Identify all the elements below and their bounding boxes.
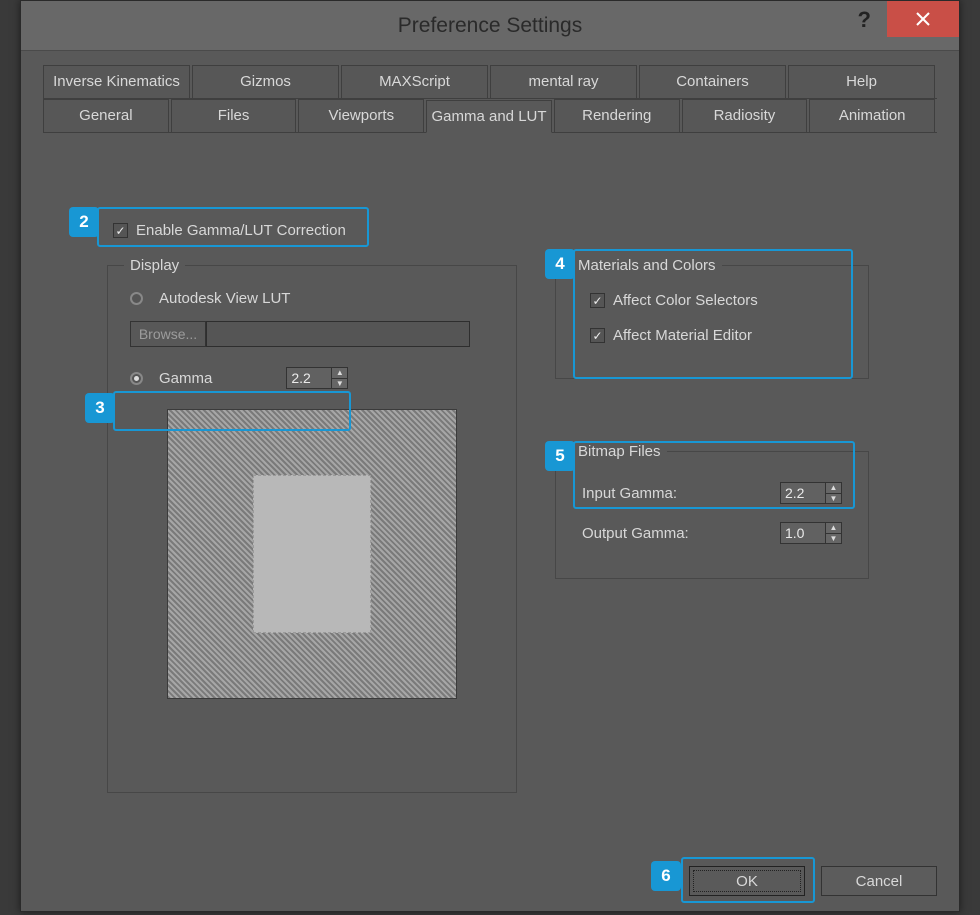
viewlut-radio[interactable] — [130, 292, 143, 305]
tab-gizmos[interactable]: Gizmos — [192, 65, 339, 98]
gamma-spinner[interactable]: ▲ ▼ — [286, 367, 348, 389]
tab-maxscript[interactable]: MAXScript — [341, 65, 488, 98]
close-icon — [916, 12, 930, 26]
enable-gamma-row: Enable Gamma/LUT Correction — [113, 222, 346, 239]
input-gamma-spinner[interactable]: ▲ ▼ — [780, 482, 842, 504]
output-gamma-spinner[interactable]: ▲ ▼ — [780, 522, 842, 544]
tab-help[interactable]: Help — [788, 65, 935, 98]
tab-general[interactable]: General — [43, 99, 169, 132]
gamma-row: Gamma ▲ ▼ — [130, 367, 500, 389]
gamma-radio[interactable] — [130, 372, 143, 385]
tab-animation[interactable]: Animation — [809, 99, 935, 132]
annotation-marker-3: 3 — [85, 393, 115, 423]
affect-material-checkbox[interactable] — [590, 328, 605, 343]
input-gamma-spin-down[interactable]: ▼ — [826, 494, 841, 504]
affect-selectors-label: Affect Color Selectors — [613, 292, 758, 309]
output-gamma-spin-up[interactable]: ▲ — [826, 523, 841, 534]
display-legend: Display — [124, 257, 185, 274]
affect-selectors-row: Affect Color Selectors — [590, 292, 852, 309]
tab-viewports[interactable]: Viewports — [298, 99, 424, 132]
browse-field[interactable] — [206, 321, 470, 347]
materials-legend: Materials and Colors — [572, 257, 722, 274]
annotation-marker-5: 5 — [545, 441, 575, 471]
input-gamma-spin-up[interactable]: ▲ — [826, 483, 841, 494]
gamma-input[interactable] — [287, 368, 331, 388]
display-group: Display Autodesk View LUT Browse... Gamm… — [107, 257, 517, 793]
output-gamma-spin-down[interactable]: ▼ — [826, 534, 841, 544]
gamma-label: Gamma — [159, 370, 212, 387]
preferences-window: Preference Settings ? Inverse Kinematics… — [20, 0, 960, 912]
tab-mental-ray[interactable]: mental ray — [490, 65, 637, 98]
bitmap-group: Bitmap Files Input Gamma: ▲ ▼ Output Gam… — [555, 443, 869, 579]
close-button[interactable] — [887, 1, 959, 37]
tab-rendering[interactable]: Rendering — [554, 99, 680, 132]
input-gamma-row: Input Gamma: ▲ ▼ — [582, 482, 842, 504]
gamma-preview-inner — [253, 475, 371, 633]
materials-group: Materials and Colors Affect Color Select… — [555, 257, 869, 379]
viewlut-row: Autodesk View LUT — [130, 290, 500, 307]
output-gamma-input[interactable] — [781, 523, 825, 543]
input-gamma-input[interactable] — [781, 483, 825, 503]
window-title: Preference Settings — [398, 14, 582, 38]
help-icon[interactable]: ? — [858, 7, 871, 33]
tab-files[interactable]: Files — [171, 99, 297, 132]
gamma-preview — [167, 409, 457, 699]
browse-button[interactable]: Browse... — [130, 321, 206, 347]
gamma-spin-down[interactable]: ▼ — [332, 379, 347, 389]
annotation-marker-4: 4 — [545, 249, 575, 279]
enable-gamma-checkbox[interactable] — [113, 223, 128, 238]
affect-selectors-checkbox[interactable] — [590, 293, 605, 308]
gamma-spin-up[interactable]: ▲ — [332, 368, 347, 379]
annotation-marker-6: 6 — [651, 861, 681, 891]
output-gamma-label: Output Gamma: — [582, 525, 689, 542]
tab-gamma-and-lut[interactable]: Gamma and LUT — [426, 100, 552, 133]
affect-material-label: Affect Material Editor — [613, 327, 752, 344]
bitmap-legend: Bitmap Files — [572, 443, 667, 460]
dialog-body: Inverse KinematicsGizmosMAXScriptmental … — [21, 51, 959, 911]
tab-strip: Inverse KinematicsGizmosMAXScriptmental … — [43, 65, 937, 133]
tab-inverse-kinematics[interactable]: Inverse Kinematics — [43, 65, 190, 98]
browse-row: Browse... — [130, 321, 470, 347]
ok-button[interactable]: OK — [689, 866, 805, 896]
tab-containers[interactable]: Containers — [639, 65, 786, 98]
output-gamma-row: Output Gamma: ▲ ▼ — [582, 522, 842, 544]
affect-material-row: Affect Material Editor — [590, 327, 852, 344]
annotation-marker-2: 2 — [69, 207, 99, 237]
titlebar: Preference Settings ? — [21, 1, 959, 51]
enable-gamma-label: Enable Gamma/LUT Correction — [136, 222, 346, 239]
input-gamma-label: Input Gamma: — [582, 485, 677, 502]
tab-radiosity[interactable]: Radiosity — [682, 99, 808, 132]
cancel-button[interactable]: Cancel — [821, 866, 937, 896]
viewlut-label: Autodesk View LUT — [159, 290, 290, 307]
